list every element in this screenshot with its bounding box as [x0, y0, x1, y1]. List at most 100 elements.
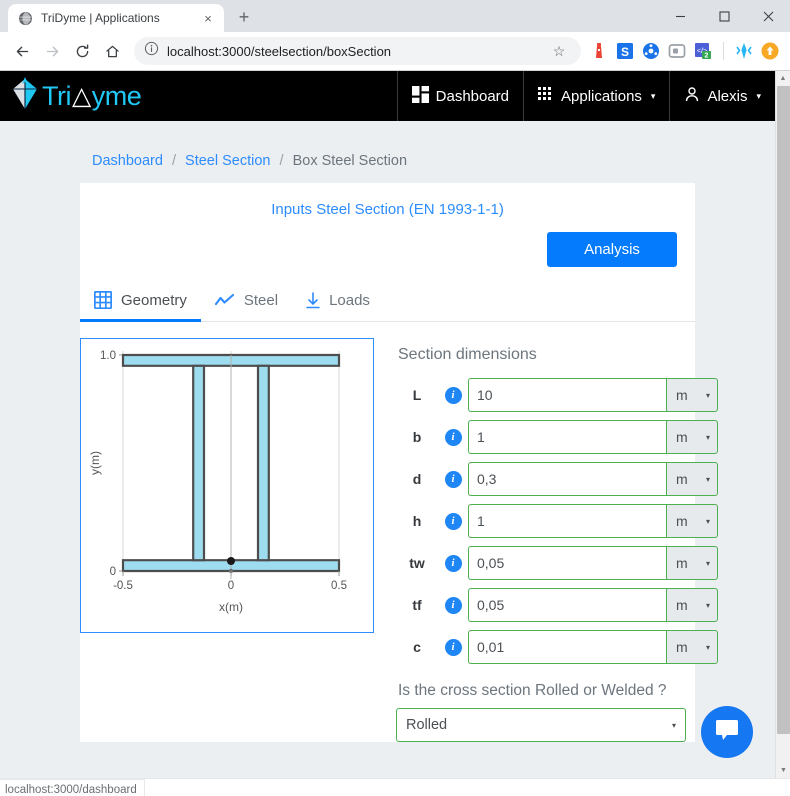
scrollbar-thumb[interactable]	[777, 86, 790, 734]
dashboard-grid-icon	[411, 85, 429, 107]
brand-prefix: Tri	[42, 80, 71, 111]
unit-select-b[interactable]: m ▾	[666, 420, 718, 454]
input-L[interactable]	[468, 378, 666, 412]
window-controls	[658, 0, 790, 32]
chat-widget-button[interactable]	[701, 706, 753, 758]
inputs-card: Inputs Steel Section (EN 1993-1-1) Analy…	[80, 183, 718, 742]
field-label-d: d	[412, 471, 422, 487]
page-title: Inputs Steel Section (EN 1993-1-1)	[271, 201, 504, 218]
maximize-icon[interactable]	[702, 0, 746, 32]
field-control-L: m ▾	[468, 378, 718, 412]
input-c[interactable]	[468, 630, 666, 664]
unit-select-tf[interactable]: m ▾	[666, 588, 718, 622]
breadcrumb-bar: Dashboard / Steel Section / Box Steel Se…	[0, 121, 775, 183]
unit-label-b: m	[676, 429, 688, 445]
field-row-h: h i m ▾	[396, 504, 718, 538]
breadcrumb-item-steel-section[interactable]: Steel Section	[185, 153, 270, 169]
back-icon[interactable]	[8, 37, 36, 65]
section-type-select[interactable]: Rolled ▾	[396, 708, 686, 742]
unit-select-L[interactable]: m ▾	[666, 378, 718, 412]
forward-icon[interactable]	[38, 37, 66, 65]
breadcrumb-item-current: Box Steel Section	[292, 153, 408, 169]
form-column: Section dimensions L i m ▾	[374, 338, 736, 742]
browser-tab[interactable]: TriDyme | Applications ×	[8, 4, 224, 32]
tab-loads[interactable]: Loads	[292, 284, 384, 322]
nav-item-applications[interactable]: Applications ▾	[523, 71, 669, 121]
s-extension-icon[interactable]: S	[615, 41, 635, 61]
wheel-extension-icon[interactable]	[641, 41, 661, 61]
chevron-down-icon: ▾	[756, 90, 761, 101]
nav-label-applications: Applications	[561, 87, 642, 105]
unit-select-h[interactable]: m ▾	[666, 504, 718, 538]
app-navbar: Tri △ yme Dashboard Applications ▾ Alexi…	[0, 71, 775, 121]
unit-select-d[interactable]: m ▾	[666, 462, 718, 496]
new-tab-button[interactable]: +	[230, 3, 258, 31]
field-row-b: b i m ▾	[396, 420, 718, 454]
chart-xtick-neg05: -0.5	[113, 580, 133, 592]
field-info-c[interactable]: i	[438, 638, 468, 656]
arrows-extension-icon[interactable]	[734, 41, 754, 61]
unit-select-tw[interactable]: m ▾	[666, 546, 718, 580]
field-label-tf: tf	[412, 597, 422, 613]
chevron-down-icon: ▾	[705, 642, 710, 652]
info-circle-icon	[144, 41, 159, 61]
field-info-L[interactable]: i	[438, 386, 468, 404]
input-d[interactable]	[468, 462, 666, 496]
tab-label-steel: Steel	[243, 292, 279, 309]
lighthouse-extension-icon[interactable]	[589, 41, 609, 61]
tab-label-loads: Loads	[329, 292, 370, 309]
bookmark-star-icon[interactable]: ☆	[547, 39, 571, 63]
input-tf[interactable]	[468, 588, 666, 622]
chevron-down-icon: ▾	[671, 720, 676, 730]
section-drawing: 1.0 0 -0.5 0 0.5 x(m) y(m)	[88, 350, 347, 614]
code-extension-icon[interactable]: </> 2	[693, 41, 713, 61]
field-info-tf[interactable]: i	[438, 596, 468, 614]
tab-geometry[interactable]: Geometry	[80, 283, 201, 322]
info-icon: i	[444, 596, 462, 614]
chevron-down-icon: ▾	[705, 516, 710, 526]
nav-item-dashboard[interactable]: Dashboard	[396, 71, 523, 121]
chart-xlabel: x(m)	[219, 600, 243, 614]
breadcrumb-item-dashboard[interactable]: Dashboard	[15, 153, 163, 169]
info-icon: i	[444, 512, 462, 530]
unit-select-c[interactable]: m ▾	[666, 630, 718, 664]
close-icon[interactable]: ×	[200, 10, 216, 26]
chevron-down-icon: ▾	[705, 558, 710, 568]
address-bar[interactable]: localhost:3000/steelsection/boxSection ☆	[134, 37, 581, 65]
field-info-h[interactable]: i	[438, 512, 468, 530]
chart-xtick-0: 0	[228, 580, 234, 592]
chat-bubble-icon	[714, 718, 740, 747]
brand-text: Tri △ yme	[42, 80, 142, 112]
svg-text:S: S	[621, 45, 629, 59]
close-window-icon[interactable]	[746, 0, 790, 32]
nav-label-user: Alexis	[707, 87, 748, 105]
browser-toolbar: localhost:3000/steelsection/boxSection ☆…	[0, 32, 790, 70]
tab-steel[interactable]: Steel	[201, 284, 292, 322]
user-icon	[684, 86, 700, 106]
field-control-h: m ▾	[468, 504, 718, 538]
navbar-items: Dashboard Applications ▾ Alexis ▾	[396, 71, 775, 121]
nav-item-user[interactable]: Alexis ▾	[669, 71, 775, 121]
input-b[interactable]	[468, 420, 666, 454]
field-row-tw: tw i m ▾	[396, 546, 718, 580]
unit-label-tw: m	[676, 555, 688, 571]
upload-extension-icon[interactable]	[760, 41, 780, 61]
page-scrollbar[interactable]: ▲ ▼	[775, 71, 790, 778]
window-extension-icon[interactable]	[667, 41, 687, 61]
home-icon[interactable]	[98, 37, 126, 65]
analysis-button[interactable]: Analysis	[547, 232, 677, 267]
field-info-d[interactable]: i	[438, 470, 468, 488]
minimize-icon[interactable]	[658, 0, 702, 32]
nav-label-dashboard: Dashboard	[435, 87, 510, 105]
unit-label-L: m	[676, 387, 688, 403]
input-tw[interactable]	[468, 546, 666, 580]
input-h[interactable]	[468, 504, 666, 538]
section-chart[interactable]: 1.0 0 -0.5 0 0.5 x(m) y(m)	[80, 338, 374, 633]
field-info-tw[interactable]: i	[438, 554, 468, 572]
brand-logo[interactable]: Tri △ yme	[0, 76, 142, 116]
scroll-down-icon[interactable]: ▼	[776, 763, 790, 778]
scroll-up-icon[interactable]: ▲	[776, 71, 790, 86]
reload-icon[interactable]	[68, 37, 96, 65]
section-type-question: Is the cross section Rolled or Welded ?	[398, 682, 667, 699]
field-info-b[interactable]: i	[438, 428, 468, 446]
